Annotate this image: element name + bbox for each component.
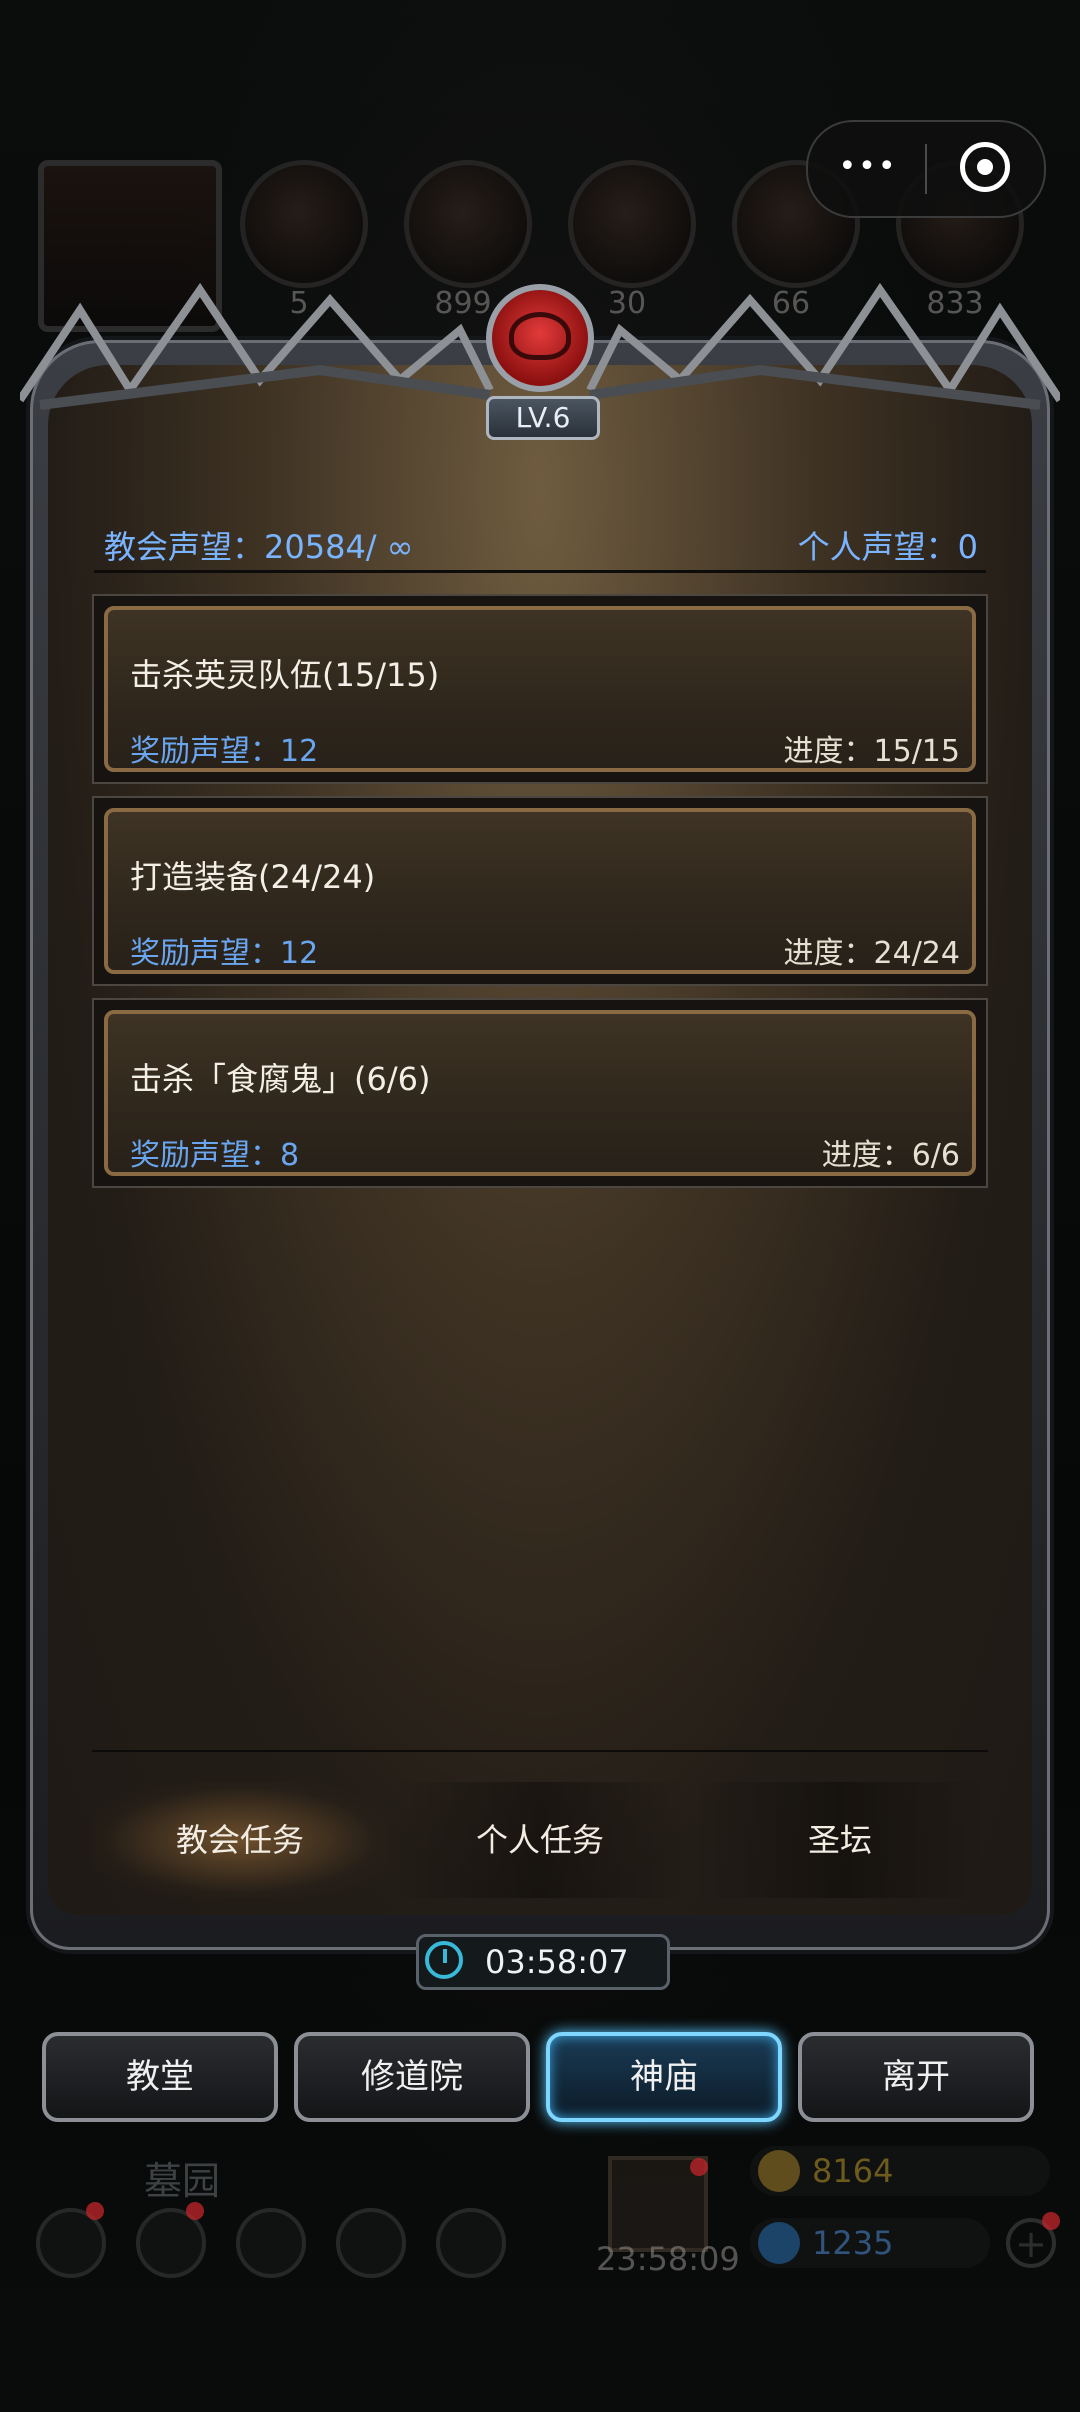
divider bbox=[92, 1750, 988, 1752]
task-card[interactable]: 击杀「食腐鬼」(6/6) 奖励声望：8 进度：6/6 bbox=[92, 998, 988, 1188]
resource-icon-1 bbox=[240, 160, 368, 288]
nav-button-monastery[interactable]: 修道院 bbox=[294, 2032, 530, 2122]
task-reward: 奖励声望：8 bbox=[130, 1138, 300, 1173]
gift-timer: 23:58:09 bbox=[596, 2240, 740, 2278]
gold-amount: 8164 bbox=[812, 2152, 894, 2190]
mail-icon[interactable] bbox=[336, 2208, 406, 2278]
gate-icon[interactable] bbox=[236, 2208, 306, 2278]
task-progress: 进度：15/15 bbox=[783, 734, 960, 769]
gold-icon bbox=[758, 2150, 800, 2192]
notification-dot bbox=[1042, 2212, 1060, 2230]
personal-reputation: 个人声望：0 bbox=[797, 528, 978, 566]
task-title: 击杀英灵队伍(15/15) bbox=[130, 656, 440, 694]
panel-tabs: 教会任务 个人任务 圣坛 bbox=[92, 1782, 988, 1898]
nav-button-church[interactable]: 教堂 bbox=[42, 2032, 278, 2122]
task-progress: 进度：6/6 bbox=[821, 1138, 960, 1173]
task-card-inner: 打造装备(24/24) 奖励声望：12 进度：24/24 bbox=[104, 808, 976, 974]
notification-dot bbox=[186, 2202, 204, 2220]
level-badge: LV.6 bbox=[486, 396, 600, 440]
gold-counter: 8164 bbox=[750, 2146, 1050, 2196]
refresh-timer: 03:58:07 bbox=[416, 1934, 670, 1990]
notification-dot bbox=[86, 2202, 104, 2220]
gem-counter: 1235 bbox=[750, 2218, 990, 2268]
task-list: 击杀英灵队伍(15/15) 奖励声望：12 进度：15/15 打造装备(24/2… bbox=[92, 594, 988, 1200]
task-reward: 奖励声望：12 bbox=[130, 936, 319, 971]
reputation-row: 教会声望：20584/ ∞ 个人声望：0 bbox=[104, 522, 978, 568]
close-miniprogram-icon[interactable] bbox=[960, 142, 1010, 192]
divider bbox=[94, 570, 986, 573]
church-reputation: 教会声望：20584/ ∞ bbox=[104, 528, 414, 566]
task-card-inner: 击杀英灵队伍(15/15) 奖励声望：12 进度：15/15 bbox=[104, 606, 976, 772]
tab-altar[interactable]: 圣坛 bbox=[692, 1782, 988, 1898]
tab-personal-tasks[interactable]: 个人任务 bbox=[392, 1782, 688, 1898]
nav-button-leave[interactable]: 离开 bbox=[798, 2032, 1034, 2122]
resource-icon-3 bbox=[568, 160, 696, 288]
gem-icon bbox=[758, 2222, 800, 2264]
more-options-icon[interactable]: ••• bbox=[838, 142, 898, 192]
task-card[interactable]: 打造装备(24/24) 奖励声望：12 进度：24/24 bbox=[92, 796, 988, 986]
gem-amount: 1235 bbox=[812, 2224, 894, 2262]
task-progress: 进度：24/24 bbox=[783, 936, 960, 971]
task-card[interactable]: 击杀英灵队伍(15/15) 奖励声望：12 进度：15/15 bbox=[92, 594, 988, 784]
resource-icon-2 bbox=[404, 160, 532, 288]
notification-dot bbox=[690, 2158, 708, 2176]
bag-icon[interactable] bbox=[436, 2208, 506, 2278]
temple-emblem-icon bbox=[509, 312, 571, 360]
clock-icon bbox=[425, 1941, 463, 1979]
task-title: 打造装备(24/24) bbox=[130, 858, 376, 896]
miniprogram-capsule: ••• bbox=[806, 120, 1046, 218]
task-card-inner: 击杀「食腐鬼」(6/6) 奖励声望：8 进度：6/6 bbox=[104, 1010, 976, 1176]
task-title: 击杀「食腐鬼」(6/6) bbox=[130, 1060, 431, 1098]
timer-text: 03:58:07 bbox=[485, 1943, 629, 1981]
capsule-divider bbox=[925, 144, 927, 194]
location-label: 墓园 bbox=[144, 2159, 221, 2203]
tab-church-tasks[interactable]: 教会任务 bbox=[92, 1782, 388, 1898]
nav-button-temple[interactable]: 神庙 bbox=[546, 2032, 782, 2122]
task-reward: 奖励声望：12 bbox=[130, 734, 319, 769]
